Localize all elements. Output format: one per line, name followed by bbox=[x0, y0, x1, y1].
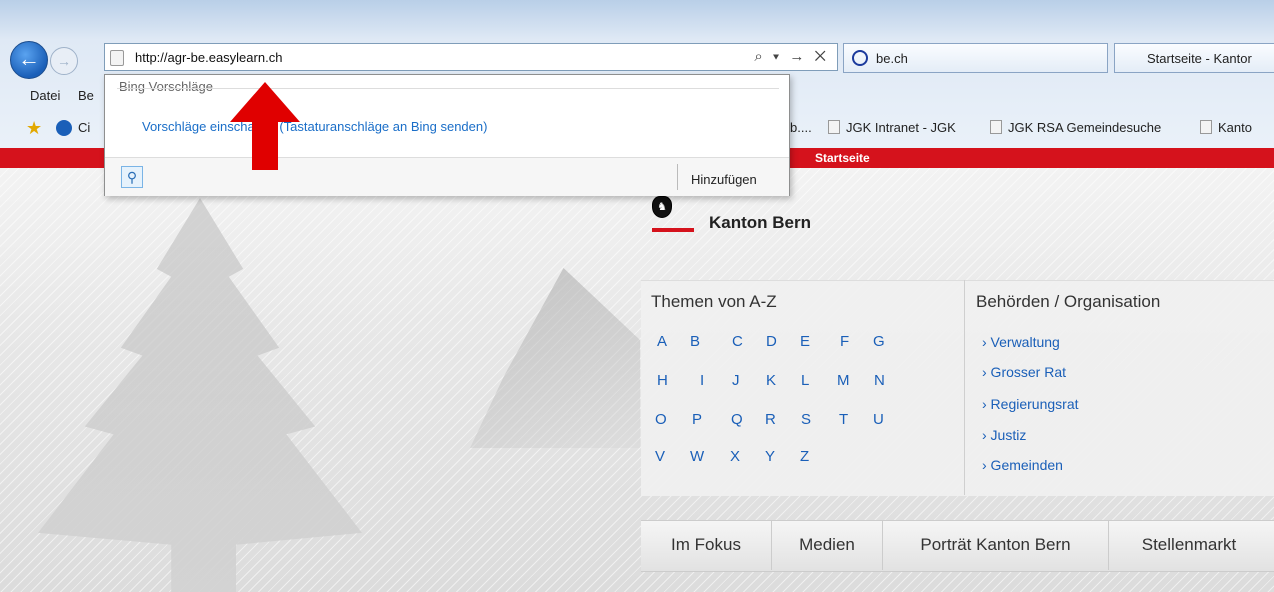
letter-link[interactable]: C bbox=[732, 333, 743, 350]
back-button[interactable]: ← bbox=[10, 41, 48, 79]
startseite-link[interactable]: Startseite bbox=[815, 151, 870, 165]
bern-coat-of-arms-icon[interactable]: ♞ bbox=[652, 196, 672, 218]
letter-link[interactable]: T bbox=[839, 411, 848, 428]
address-tools-icons[interactable]: ⌕ ▾ → ✕ bbox=[754, 48, 829, 65]
letter-link[interactable]: E bbox=[800, 333, 810, 350]
letter-link[interactable]: N bbox=[874, 372, 885, 389]
menu-datei[interactable]: Datei bbox=[30, 88, 60, 103]
page-icon bbox=[1200, 120, 1212, 134]
link-justiz[interactable]: › Justiz bbox=[982, 427, 1026, 443]
search-icon[interactable]: ⚲ bbox=[121, 166, 143, 188]
tab-startseite[interactable]: Startseite - Kantor bbox=[1114, 43, 1274, 228]
letter-link[interactable]: U bbox=[873, 411, 884, 428]
address-suggestions-dropdown: Bing Vorschläge Vorschläge einschalten (… bbox=[104, 74, 790, 196]
divider bbox=[117, 88, 779, 89]
letter-link[interactable]: W bbox=[690, 448, 704, 465]
tab-im-fokus[interactable]: Im Fokus bbox=[641, 520, 772, 570]
letter-link[interactable]: Q bbox=[731, 411, 743, 428]
letter-link[interactable]: B bbox=[690, 333, 700, 350]
favorite-item[interactable]: Ci bbox=[78, 120, 90, 135]
page-icon bbox=[990, 120, 1002, 134]
annotation-arrow-icon bbox=[230, 82, 300, 170]
letter-link[interactable]: A bbox=[657, 333, 667, 350]
mountain-image bbox=[470, 268, 640, 448]
favorite-item[interactable]: JGK RSA Gemeindesuche bbox=[990, 120, 1161, 135]
letter-link[interactable]: F bbox=[840, 333, 849, 350]
tab-medien[interactable]: Medien bbox=[772, 520, 883, 570]
suggestions-footer: ⚲ Hinzufügen bbox=[105, 157, 789, 196]
logo-underline bbox=[652, 228, 694, 232]
themen-title: Themen von A-Z bbox=[651, 292, 777, 311]
suggestions-title: Bing Vorschläge bbox=[119, 79, 213, 94]
panel-divider bbox=[964, 280, 965, 495]
tab-stellenmarkt[interactable]: Stellenmarkt bbox=[1109, 520, 1269, 570]
letter-link[interactable]: Y bbox=[765, 448, 775, 465]
letter-link[interactable]: X bbox=[730, 448, 740, 465]
address-bar[interactable]: http://agr-be.easylearn.ch ⌕ ▾ → ✕ bbox=[104, 43, 838, 71]
page-icon bbox=[828, 120, 840, 134]
letter-link[interactable]: D bbox=[766, 333, 777, 350]
link-regierungsrat[interactable]: › Regierungsrat bbox=[982, 396, 1079, 412]
letter-link[interactable]: M bbox=[837, 372, 850, 389]
enable-suggestions-link[interactable]: Vorschläge einschalten (Tastaturanschläg… bbox=[142, 119, 487, 134]
letter-link[interactable]: S bbox=[801, 411, 811, 428]
menu-bearbeiten[interactable]: Be bbox=[78, 88, 94, 103]
tree-image bbox=[38, 198, 362, 592]
letter-link[interactable]: K bbox=[766, 372, 776, 389]
favorite-item[interactable]: JGK Intranet - JGK bbox=[828, 120, 956, 135]
favorite-item[interactable]: Kanto bbox=[1200, 120, 1252, 135]
tab-label: be.ch bbox=[876, 51, 908, 66]
letter-link[interactable]: G bbox=[873, 333, 885, 350]
link-gemeinden[interactable]: › Gemeinden bbox=[982, 457, 1063, 473]
site-icon bbox=[852, 50, 868, 66]
tab-label: Startseite - Kantor bbox=[1147, 51, 1252, 66]
link-verwaltung[interactable]: › Verwaltung bbox=[982, 334, 1060, 350]
tab-be-ch[interactable]: be.ch bbox=[843, 43, 1108, 73]
divider bbox=[677, 164, 678, 190]
favorite-site-icon bbox=[56, 120, 72, 136]
letter-link[interactable]: J bbox=[732, 372, 740, 389]
add-search-provider-button[interactable]: Hinzufügen bbox=[691, 172, 757, 187]
favorite-item[interactable]: b.... bbox=[790, 120, 812, 135]
letter-link[interactable]: V bbox=[655, 448, 665, 465]
letter-link[interactable]: O bbox=[655, 411, 667, 428]
letter-link[interactable]: R bbox=[765, 411, 776, 428]
letter-link[interactable]: H bbox=[657, 372, 668, 389]
letter-link[interactable]: L bbox=[801, 372, 809, 389]
behoerden-title: Behörden / Organisation bbox=[976, 292, 1161, 311]
letter-link[interactable]: Z bbox=[800, 448, 809, 465]
letter-link[interactable]: I bbox=[700, 372, 704, 389]
site-logo-text[interactable]: Kanton Bern bbox=[709, 213, 811, 233]
forward-button[interactable]: → bbox=[50, 47, 78, 75]
letter-link[interactable]: P bbox=[692, 411, 702, 428]
page-icon bbox=[110, 50, 124, 66]
address-url[interactable]: http://agr-be.easylearn.ch bbox=[135, 50, 282, 65]
favorites-star-icon[interactable]: ★ bbox=[26, 118, 42, 139]
link-grosser-rat[interactable]: › Grosser Rat bbox=[982, 364, 1066, 380]
tab-portraet[interactable]: Porträt Kanton Bern bbox=[883, 520, 1109, 570]
